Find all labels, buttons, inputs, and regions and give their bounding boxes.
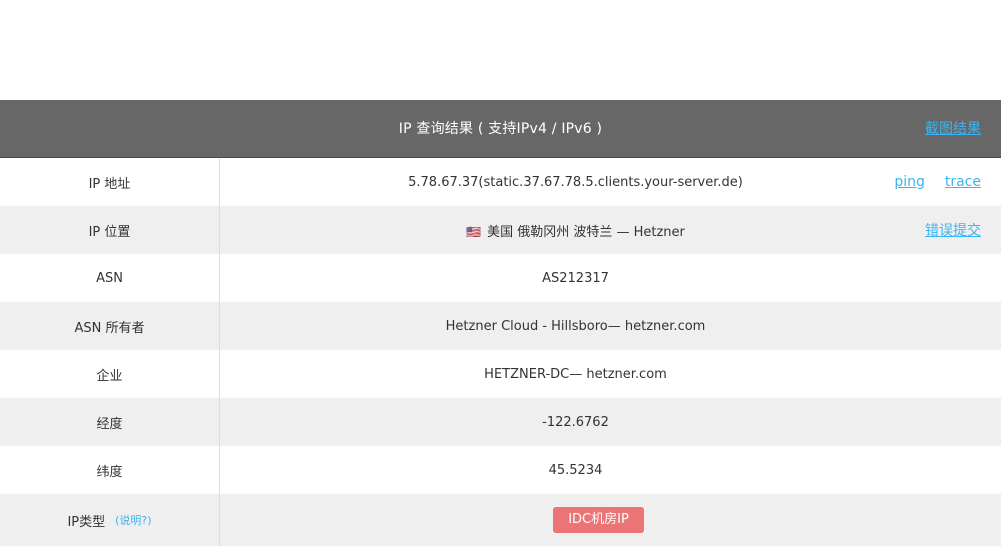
ip-address-value: 5.78.67.37(static.37.67.78.5.clients.you… xyxy=(408,174,743,190)
ip-location-label: IP 位置 xyxy=(0,206,220,254)
results-table: IP 地址 5.78.67.37(static.37.67.78.5.clien… xyxy=(0,158,1001,546)
asn-label: ASN xyxy=(0,254,220,302)
enterprise-label: 企业 xyxy=(0,350,220,398)
ping-link[interactable]: ping xyxy=(894,174,925,190)
ip-type-help-link[interactable]: (说明?) xyxy=(115,512,151,528)
report-error-link[interactable]: 错误提交 xyxy=(925,220,981,240)
ip-type-cell: IDC机房IP xyxy=(220,494,1001,546)
location-actions: 错误提交 xyxy=(925,206,981,254)
trace-link[interactable]: trace xyxy=(945,174,981,190)
ip-type-label: IP类型 xyxy=(67,514,106,530)
ip-actions: ping trace xyxy=(894,158,981,206)
asn-value: AS212317 xyxy=(542,270,609,286)
ip-type-label-cell: IP类型 (说明?) xyxy=(0,494,220,546)
ip-type-badge: IDC机房IP xyxy=(553,507,644,533)
us-flag-icon: 🇺🇸 xyxy=(466,224,482,239)
longitude-value: -122.6762 xyxy=(542,414,609,430)
longitude-label: 经度 xyxy=(0,398,220,446)
enterprise-cell: HETZNER-DC— hetzner.com xyxy=(220,350,1001,398)
longitude-row: 经度 -122.6762 xyxy=(0,398,1001,446)
ip-location-cell: 🇺🇸 美国 俄勒冈州 波特兰 — Hetzner 错误提交 xyxy=(220,206,1001,254)
enterprise-row: 企业 HETZNER-DC— hetzner.com xyxy=(0,350,1001,398)
asn-owner-row: ASN 所有者 Hetzner Cloud - Hillsboro— hetzn… xyxy=(0,302,1001,350)
ip-location-row: IP 位置 🇺🇸 美国 俄勒冈州 波特兰 — Hetzner 错误提交 xyxy=(0,206,1001,254)
asn-owner-label: ASN 所有者 xyxy=(0,302,220,350)
latitude-row: 纬度 45.5234 xyxy=(0,446,1001,494)
ip-location-value-group: 🇺🇸 美国 俄勒冈州 波特兰 — Hetzner xyxy=(466,221,685,240)
ip-address-row: IP 地址 5.78.67.37(static.37.67.78.5.clien… xyxy=(0,158,1001,206)
ip-address-label: IP 地址 xyxy=(0,158,220,206)
latitude-cell: 45.5234 xyxy=(220,446,1001,494)
results-header: IP 查询结果 ( 支持IPv4 / IPv6 ) 截图结果 xyxy=(0,100,1001,158)
results-title: IP 查询结果 ( 支持IPv4 / IPv6 ) xyxy=(398,121,603,137)
top-blank-area xyxy=(0,0,1001,100)
asn-cell: AS212317 xyxy=(220,254,1001,302)
ip-lookup-page: IP 查询结果 ( 支持IPv4 / IPv6 ) 截图结果 IP 地址 5.7… xyxy=(0,0,1001,556)
ip-location-value: 美国 俄勒冈州 波特兰 — Hetzner xyxy=(487,224,685,240)
longitude-cell: -122.6762 xyxy=(220,398,1001,446)
asn-owner-cell: Hetzner Cloud - Hillsboro— hetzner.com xyxy=(220,302,1001,350)
ip-address-cell: 5.78.67.37(static.37.67.78.5.clients.you… xyxy=(220,158,1001,206)
latitude-value: 45.5234 xyxy=(548,462,603,478)
screenshot-results-link[interactable]: 截图结果 xyxy=(925,100,981,158)
enterprise-value: HETZNER-DC— hetzner.com xyxy=(484,366,667,382)
asn-owner-value: Hetzner Cloud - Hillsboro— hetzner.com xyxy=(445,318,706,334)
ip-type-row: IP类型 (说明?) IDC机房IP xyxy=(0,494,1001,546)
asn-row: ASN AS212317 xyxy=(0,254,1001,302)
latitude-label: 纬度 xyxy=(0,446,220,494)
